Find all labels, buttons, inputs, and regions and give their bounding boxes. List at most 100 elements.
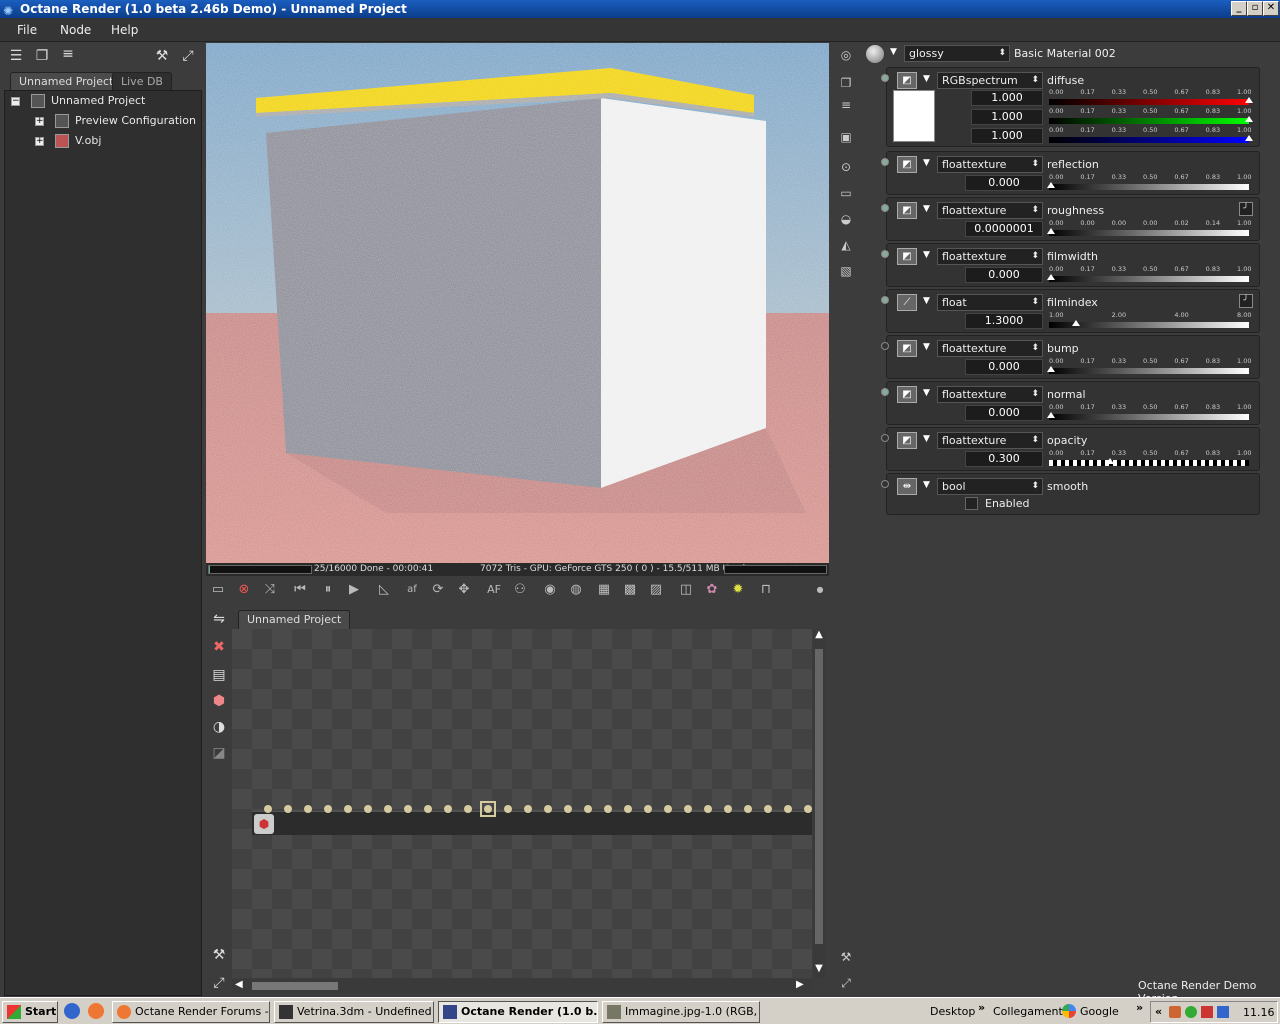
pause-icon[interactable]: ⏸ [318,580,338,600]
task-rhino-vetrina[interactable]: Vetrina.3dm - Undefined ... [274,1001,434,1023]
lock-icon[interactable]: ⊓ [756,580,776,600]
lighting-icon[interactable]: ✹ [728,580,748,600]
param-collapse-arrow[interactable]: ▼ [923,342,930,352]
opacity-slider[interactable]: 0.00 0.17 0.33 0.50 0.67 0.83 1.00 [1049,449,1251,469]
param-type-select[interactable]: bool ⬍ [937,478,1043,495]
blue-slider[interactable]: 0.00 0.17 0.33 0.50 0.67 0.83 1.00 [1049,126,1253,146]
stop-render-icon[interactable]: ⊗ [234,580,254,600]
texture-type-icon[interactable]: ◩ [897,202,917,219]
pin-connected-icon[interactable] [881,250,889,258]
pin-empty-icon[interactable] [881,480,889,488]
color-swatch[interactable] [893,90,935,142]
collapse-icon[interactable]: ≡ [58,44,78,64]
color-picker-icon[interactable]: ✿ [702,580,722,600]
delete-node-icon[interactable]: ✖ [209,637,229,657]
param-collapse-arrow[interactable]: ▼ [923,480,930,490]
bool-type-icon[interactable]: ⇹ [897,478,917,495]
smooth-checkbox[interactable] [965,497,978,510]
bump-slider[interactable]: 0.00 0.17 0.33 0.50 0.67 0.83 1.00 [1047,357,1251,377]
save-image-icon[interactable]: ▭ [208,580,228,600]
red-value-field[interactable]: 1.000 [971,90,1043,106]
clay-icon[interactable]: ◫ [676,580,696,600]
graph-vertical-scrollbar[interactable]: ▲ ▼ [813,629,825,978]
pin-empty-icon[interactable] [881,342,889,350]
inspector-fullscreen-icon[interactable]: ⤢ [836,973,856,993]
texture-type-icon[interactable]: ◩ [897,340,917,357]
play-icon[interactable]: ▶ [344,580,364,600]
node-graph[interactable]: ⬢ [232,629,812,978]
filmindex-value-field[interactable]: 1.3000 [965,313,1043,329]
minimize-button[interactable]: _ [1231,1,1247,16]
render-target-icon[interactable]: ◎ [836,45,856,65]
scroll-up-icon[interactable]: ▲ [813,629,825,641]
param-type-select[interactable]: floattexture ⬍ [937,202,1043,219]
tray-network-icon[interactable] [1201,1006,1213,1018]
tray-check-icon[interactable] [1185,1006,1197,1018]
pin-empty-icon[interactable] [881,434,889,442]
arrange-icon[interactable]: ⇋ [209,609,229,629]
region-icon[interactable]: ▦ [594,580,614,600]
sphere-alt-icon[interactable]: ◍ [566,580,586,600]
render-viewport[interactable] [206,43,829,563]
menu-help[interactable]: Help [111,23,138,37]
slider-marker[interactable] [1047,182,1055,188]
red-slider[interactable]: 0.00 0.17 0.33 0.50 0.67 0.83 1.00 [1049,88,1253,108]
autofocus-picker-icon[interactable]: af [402,580,422,600]
param-collapse-arrow[interactable]: ▼ [923,434,930,444]
curve-icon[interactable]: ╯ [1239,202,1253,216]
vertical-scroll-thumb[interactable] [815,649,823,944]
ie-icon[interactable] [64,1003,80,1019]
camera-node-icon[interactable]: ▤ [209,665,229,685]
slider-marker[interactable] [1245,135,1253,141]
horizontal-scroll-thumb[interactable] [252,982,338,990]
opacity-value-field[interactable]: 0.300 [965,451,1043,467]
curve-icon[interactable]: ╯ [1239,294,1253,308]
imager-icon[interactable]: ◭ [836,235,856,255]
scroll-down-icon[interactable]: ▼ [813,963,825,975]
scroll-left-icon[interactable]: ◀ [235,979,243,990]
firefox-icon[interactable] [88,1003,104,1019]
environment-icon[interactable]: ◒ [836,209,856,229]
blue-value-field[interactable]: 1.000 [971,128,1043,144]
slider-marker[interactable] [1245,97,1253,103]
normal-slider[interactable]: 0.00 0.17 0.33 0.50 0.67 0.83 1.00 [1047,403,1251,423]
sphere-icon[interactable]: ◉ [540,580,560,600]
texture-type-icon[interactable]: ◩ [897,386,917,403]
chevron-icon[interactable]: » [1136,1001,1143,1014]
restore-button[interactable]: ▫ [1247,1,1263,16]
refresh-icon[interactable]: ⤨ [260,580,280,600]
param-collapse-arrow[interactable]: ▼ [923,388,930,398]
param-type-select[interactable]: floattexture ⬍ [937,432,1043,449]
task-gimp-image[interactable]: Immagine.jpg-1.0 (RGB, ... [602,1001,760,1023]
wrench-icon[interactable]: ⚒ [152,46,172,66]
slider-marker[interactable] [1047,274,1055,280]
expand-toggle[interactable]: + [35,137,44,146]
slider-marker[interactable] [1047,412,1055,418]
pin-connected-icon[interactable] [881,204,889,212]
slider-marker[interactable] [1245,116,1253,122]
graph-wrench-icon[interactable]: ⚒ [209,945,229,965]
collapse-toggle[interactable]: − [11,97,20,106]
restart-icon[interactable]: ⏮ [290,580,310,600]
tree-view-icon[interactable]: ☰ [6,46,26,66]
tab-unnamed-project[interactable]: Unnamed Project [10,72,123,91]
texture-type-icon[interactable]: ◩ [897,72,917,89]
pick-icon[interactable]: ✥ [454,580,474,600]
material-type-select[interactable]: glossy ⬍ [904,45,1010,62]
alpha-icon[interactable]: ▨ [646,580,666,600]
reflection-slider[interactable]: 0.00 0.17 0.33 0.50 0.67 0.83 1.00 [1047,173,1251,193]
filmwidth-slider[interactable]: 0.00 0.17 0.33 0.50 0.67 0.83 1.00 [1047,265,1251,285]
filmindex-slider[interactable]: 1.00 2.00 4.00 8.00 [1049,311,1251,331]
param-type-select[interactable]: floattexture ⬍ [937,248,1043,265]
pin-connected-icon[interactable] [881,296,889,304]
menu-node[interactable]: Node [60,23,91,37]
param-collapse-arrow[interactable]: ▼ [923,74,930,84]
param-type-select[interactable]: RGBspectrum ⬍ [937,72,1043,89]
filmwidth-value-field[interactable]: 0.000 [965,267,1043,283]
scroll-right-icon[interactable]: ▶ [796,979,804,990]
float-type-icon[interactable]: ⟋ [897,294,917,311]
inspector-wrench-icon[interactable]: ⚒ [836,947,856,967]
reflection-value-field[interactable]: 0.000 [965,175,1043,191]
expand-toggle[interactable]: + [35,117,44,126]
graph-horizontal-scrollbar[interactable]: ◀ ▶ [232,979,812,993]
